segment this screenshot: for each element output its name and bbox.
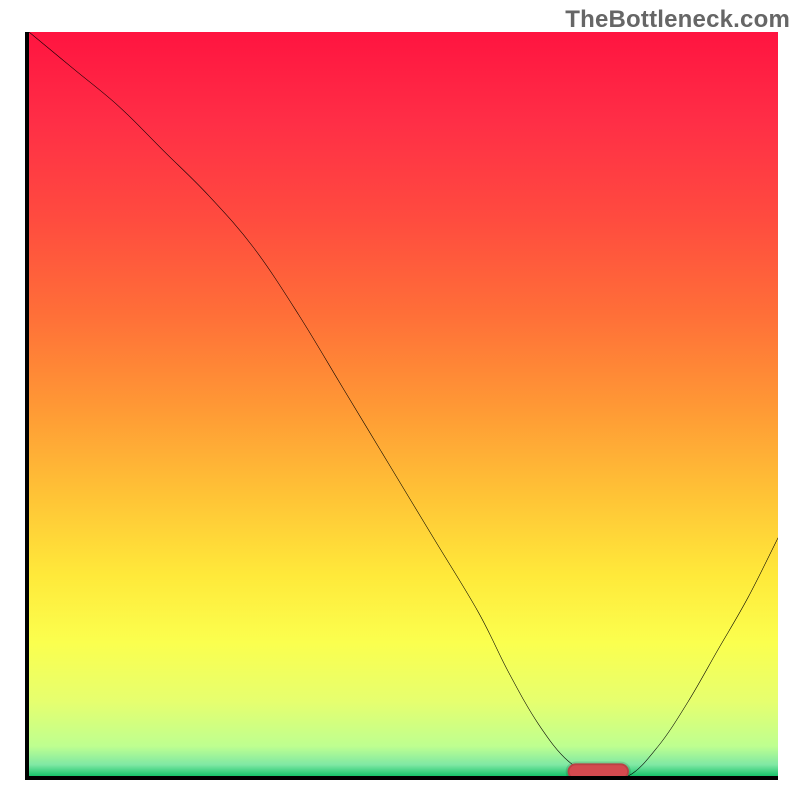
watermark: TheBottleneck.com — [565, 6, 790, 34]
optimal-marker — [29, 32, 778, 776]
chart-root: TheBottleneck.com — [0, 0, 800, 800]
plot-frame — [25, 32, 778, 780]
plot-area — [29, 32, 778, 776]
